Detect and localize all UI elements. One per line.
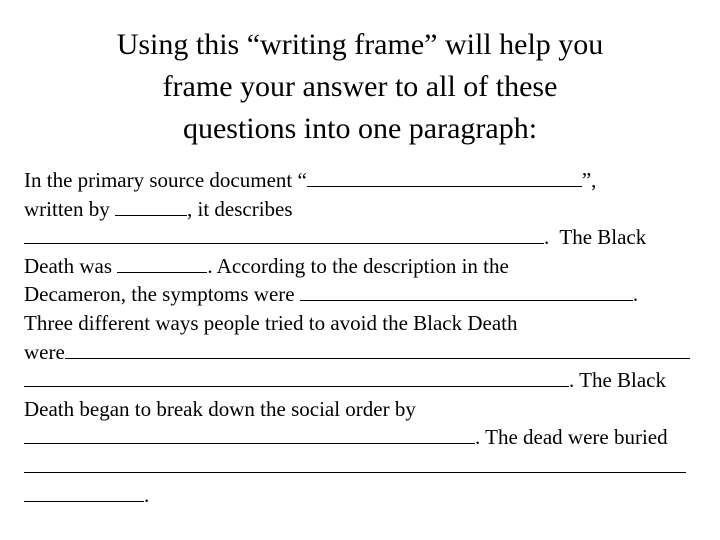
fill-in-blank[interactable] [306, 168, 582, 187]
paragraph-text: . The Black [569, 368, 667, 393]
paragraph-text: , it describes [186, 196, 293, 221]
paragraph-text: . The Black [544, 225, 647, 250]
paragraph-line: were [24, 338, 696, 367]
title-line-3: questions into one paragraph: [182, 112, 538, 145]
paragraph-text: were [24, 339, 65, 364]
paragraph-line: Death was . According to the description… [24, 252, 696, 281]
paragraph-text: written by [24, 196, 115, 221]
fill-in-blank[interactable] [24, 454, 686, 473]
slide-title: Using this “writing frame” will help you… [36, 24, 684, 150]
paragraph-text: . [632, 282, 639, 307]
slide-canvas: Using this “writing frame” will help you… [0, 0, 720, 540]
paragraph-line: . The dead were buried [24, 423, 696, 452]
paragraph-line: written by , it describes [24, 195, 696, 224]
paragraph-text: . The dead were buried [475, 425, 668, 450]
title-line-2: frame your answer to all of these [162, 70, 558, 103]
title-line-1: Using this “writing frame” will help you [116, 28, 604, 61]
paragraph-text: In the primary source document “ [24, 168, 307, 192]
paragraph-text: ”, [581, 168, 597, 192]
fill-in-blank[interactable] [117, 254, 208, 273]
paragraph-text: Death was [24, 253, 118, 278]
paragraph-line: . [24, 481, 696, 510]
fill-in-blank[interactable] [114, 197, 187, 216]
paragraph-line: In the primary source document “ ”, [24, 166, 696, 195]
paragraph-text: Three different ways people tried to avo… [24, 310, 518, 335]
fill-in-blank[interactable] [24, 368, 569, 388]
paragraph-text: Death began to break down the social ord… [24, 396, 416, 421]
paragraph-text: . According to the description in the [207, 253, 509, 278]
fill-in-blank[interactable] [24, 483, 144, 502]
paragraph-line: Three different ways people tried to avo… [24, 309, 696, 338]
paragraph-text: Decameron, the symptoms were [24, 282, 300, 307]
writing-frame-paragraph: In the primary source document “ ”, writte… [24, 166, 696, 509]
fill-in-blank[interactable] [299, 282, 633, 302]
paragraph-line: Decameron, the symptoms were . [24, 280, 696, 309]
paragraph-line: Death began to break down the social ord… [24, 395, 696, 424]
fill-in-blank[interactable] [64, 340, 690, 359]
fill-in-blank[interactable] [24, 425, 475, 445]
paragraph-line: . The Black [24, 366, 696, 395]
fill-in-blank[interactable] [24, 225, 544, 245]
paragraph-line: . The Black [24, 223, 696, 252]
paragraph-line [24, 452, 696, 481]
paragraph-text: . [144, 482, 150, 507]
